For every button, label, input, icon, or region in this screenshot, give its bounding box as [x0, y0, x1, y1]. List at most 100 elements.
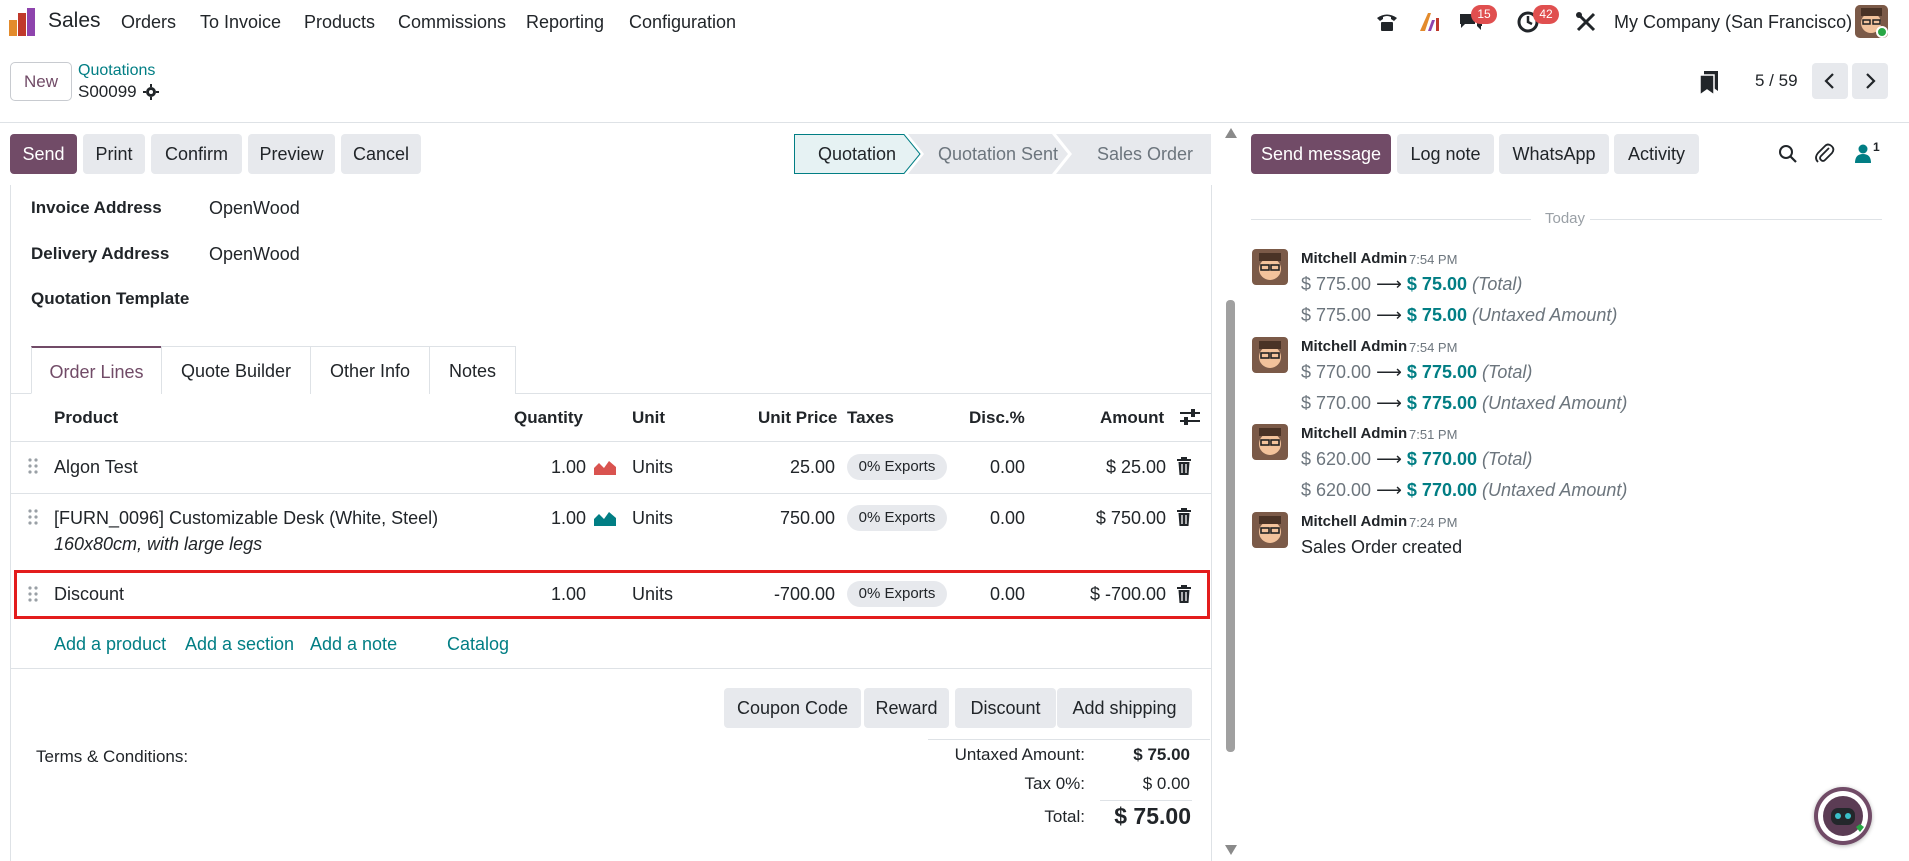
line-discount[interactable]: 0.00 [990, 584, 1025, 605]
message-author[interactable]: Mitchell Admin [1301, 425, 1407, 442]
line-description[interactable]: 160x80cm, with large legs [54, 534, 262, 555]
app-name[interactable]: Sales [48, 9, 101, 33]
menu-reporting[interactable]: Reporting [526, 12, 604, 33]
col-unit[interactable]: Unit [632, 408, 665, 428]
print-button[interactable]: Print [83, 134, 145, 174]
livechat-bot-button[interactable] [1814, 787, 1872, 845]
col-unit-price[interactable]: Unit Price [758, 408, 837, 428]
drag-handle-icon[interactable] [28, 508, 38, 526]
drag-handle-icon[interactable] [28, 585, 38, 603]
trash-icon[interactable] [1176, 457, 1192, 475]
confirm-button[interactable]: Confirm [151, 134, 242, 174]
line-quantity[interactable]: 1.00 [551, 457, 586, 478]
activity-button[interactable]: Activity [1614, 134, 1699, 174]
breadcrumb-quotations[interactable]: Quotations [78, 62, 155, 80]
line-discount[interactable]: 0.00 [990, 508, 1025, 529]
message-author[interactable]: Mitchell Admin [1301, 513, 1407, 530]
pager-value[interactable]: 5 / 59 [1755, 71, 1798, 91]
catalog-link[interactable]: Catalog [447, 634, 509, 655]
tab-notes[interactable]: Notes [429, 346, 516, 394]
send-button[interactable]: Send [10, 134, 77, 174]
line-product[interactable]: Discount [54, 584, 124, 605]
scroll-up-icon[interactable] [1225, 128, 1237, 138]
discount-button[interactable]: Discount [955, 688, 1056, 728]
ai-icon[interactable] [1416, 10, 1442, 34]
send-message-button[interactable]: Send message [1251, 134, 1391, 174]
menu-to-invoice[interactable]: To Invoice [200, 12, 281, 33]
drag-handle-icon[interactable] [28, 457, 38, 475]
delivery-address-value[interactable]: OpenWood [209, 244, 300, 265]
trash-icon[interactable] [1176, 585, 1192, 603]
menu-commissions[interactable]: Commissions [398, 12, 506, 33]
gear-icon[interactable] [143, 84, 159, 100]
menu-orders[interactable]: Orders [121, 12, 176, 33]
followers-icon[interactable] [1855, 144, 1871, 163]
tax-tag[interactable]: 0% Exports [847, 581, 947, 607]
tab-order-lines[interactable]: Order Lines [31, 346, 162, 394]
paperclip-icon[interactable] [1815, 143, 1835, 165]
line-product[interactable]: [FURN_0096] Customizable Desk (White, St… [54, 508, 438, 529]
pager-previous-button[interactable] [1812, 63, 1848, 99]
line-unit-price[interactable]: 25.00 [785, 457, 835, 478]
tax-tag[interactable]: 0% Exports [847, 505, 947, 531]
author-avatar[interactable] [1252, 249, 1288, 285]
tab-other-info[interactable]: Other Info [310, 346, 430, 394]
add-product-link[interactable]: Add a product [54, 634, 166, 655]
forecast-chart-icon[interactable] [594, 459, 616, 475]
col-product[interactable]: Product [54, 408, 118, 428]
top-navbar: Sales Orders To Invoice Products Commiss… [0, 0, 1909, 44]
log-note-button[interactable]: Log note [1397, 134, 1494, 174]
menu-configuration[interactable]: Configuration [629, 12, 736, 33]
new-button[interactable]: New [10, 62, 72, 101]
message-author[interactable]: Mitchell Admin [1301, 250, 1407, 267]
cancel-button[interactable]: Cancel [341, 134, 421, 174]
whatsapp-button[interactable]: WhatsApp [1499, 134, 1609, 174]
tab-quote-builder[interactable]: Quote Builder [161, 346, 311, 394]
preview-button[interactable]: Preview [248, 134, 335, 174]
author-avatar[interactable] [1252, 512, 1288, 548]
line-unit[interactable]: Units [632, 584, 673, 605]
status-sales-order[interactable]: Sales Order [1074, 134, 1216, 174]
col-quantity[interactable]: Quantity [514, 408, 583, 428]
menu-products[interactable]: Products [304, 12, 375, 33]
message-author[interactable]: Mitchell Admin [1301, 338, 1407, 355]
pager-next-button[interactable] [1852, 63, 1888, 99]
table-row[interactable] [14, 570, 1210, 619]
untaxed-label: Untaxed Amount: [954, 745, 1085, 764]
trash-icon[interactable] [1176, 508, 1192, 526]
arrow-right-icon: ⟶ [1376, 274, 1402, 294]
line-quantity[interactable]: 1.00 [551, 584, 586, 605]
line-unit-price[interactable]: 750.00 [765, 508, 835, 529]
col-discount[interactable]: Disc.% [969, 408, 1025, 428]
line-quantity[interactable]: 1.00 [551, 508, 586, 529]
line-discount[interactable]: 0.00 [990, 457, 1025, 478]
line-product[interactable]: Algon Test [54, 457, 138, 478]
coupon-code-button[interactable]: Coupon Code [724, 688, 861, 728]
author-avatar[interactable] [1252, 424, 1288, 460]
col-amount[interactable]: Amount [1100, 408, 1164, 428]
search-icon[interactable] [1778, 144, 1798, 164]
bookmark-icon[interactable] [1700, 71, 1718, 95]
line-unit-price[interactable]: -700.00 [755, 584, 835, 605]
author-avatar[interactable] [1252, 337, 1288, 373]
sales-app-icon[interactable] [9, 8, 35, 36]
line-unit[interactable]: Units [632, 457, 673, 478]
phone-icon[interactable] [1374, 10, 1400, 34]
tax-tag[interactable]: 0% Exports [847, 454, 947, 480]
invoice-address-value[interactable]: OpenWood [209, 198, 300, 219]
tools-icon[interactable] [1574, 10, 1600, 34]
scroll-down-icon[interactable] [1225, 845, 1237, 855]
line-unit[interactable]: Units [632, 508, 673, 529]
reward-button[interactable]: Reward [864, 688, 949, 728]
add-note-link[interactable]: Add a note [310, 634, 397, 655]
add-shipping-button[interactable]: Add shipping [1057, 688, 1192, 728]
status-quotation-sent[interactable]: Quotation Sent [926, 134, 1070, 174]
status-quotation[interactable]: Quotation [794, 134, 920, 174]
scrollbar-thumb[interactable] [1226, 300, 1235, 752]
forecast-chart-icon[interactable] [594, 510, 616, 526]
followers-count[interactable]: 1 [1873, 140, 1880, 154]
add-section-link[interactable]: Add a section [185, 634, 294, 655]
column-settings-icon[interactable] [1180, 408, 1200, 426]
company-switcher[interactable]: My Company (San Francisco) [1614, 12, 1852, 33]
col-taxes[interactable]: Taxes [847, 408, 894, 428]
